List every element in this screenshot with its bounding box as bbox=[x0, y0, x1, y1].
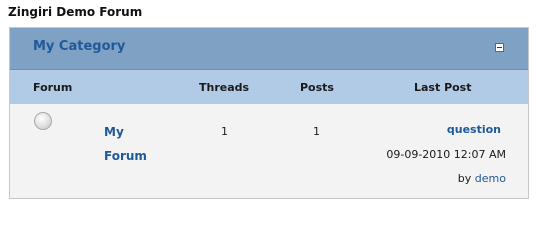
column-header-posts: Posts bbox=[300, 81, 334, 94]
forum-status-icon bbox=[34, 112, 52, 130]
last-post-author-link[interactable]: demo bbox=[475, 172, 506, 185]
forum-name-line1: My bbox=[104, 125, 124, 139]
page-title: Zingiri Demo Forum bbox=[8, 5, 143, 19]
last-post-author-line: by demo bbox=[458, 172, 506, 185]
forum-posts-count: 1 bbox=[313, 125, 320, 138]
column-header-row: Forum Threads Posts Last Post bbox=[10, 70, 528, 104]
forum-threads-count: 1 bbox=[221, 125, 228, 138]
category-title-link[interactable]: My Category bbox=[33, 39, 125, 54]
category-header: My Category bbox=[10, 28, 528, 70]
forum-row: My Forum 1 1 question 09-09-2010 12:07 AM… bbox=[10, 104, 528, 198]
forum-name-line2: Forum bbox=[104, 149, 147, 163]
column-header-last-post: Last Post bbox=[414, 81, 472, 94]
last-post-title-link[interactable]: question bbox=[447, 123, 501, 136]
last-post-datetime: 09-09-2010 12:07 AM bbox=[386, 148, 506, 161]
forum-category-box: My Category Forum Threads Posts Last Pos… bbox=[9, 27, 529, 199]
forum-page: Zingiri Demo Forum My Category Forum Thr… bbox=[0, 0, 540, 210]
column-header-threads: Threads bbox=[199, 81, 250, 94]
forum-name-link[interactable]: My Forum bbox=[104, 120, 164, 168]
column-header-forum: Forum bbox=[33, 81, 73, 94]
last-post-by-prefix: by bbox=[457, 172, 472, 185]
collapse-icon[interactable] bbox=[495, 43, 504, 52]
